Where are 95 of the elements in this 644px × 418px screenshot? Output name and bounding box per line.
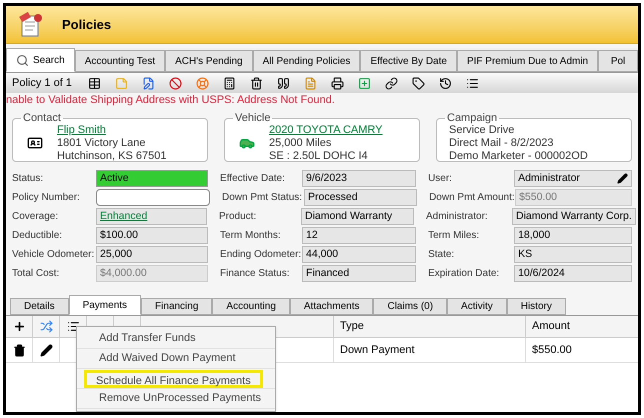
- record-counter: Policy 1 of 1: [12, 76, 73, 91]
- field-label: Term Months:: [220, 229, 282, 243]
- list-icon[interactable]: [466, 76, 479, 90]
- field-label: Down Pmt Status:: [222, 191, 304, 205]
- field-label: Effective Date:: [220, 172, 286, 186]
- readonly-field: 10/6/2024: [514, 265, 632, 282]
- tab[interactable]: History: [506, 298, 566, 315]
- group-line: SE : 2.50L DOHC I4: [269, 150, 369, 162]
- link[interactable]: Flip Smith: [57, 124, 166, 136]
- group-title: Campaign: [446, 111, 498, 125]
- edit-document-icon[interactable]: [142, 76, 155, 90]
- add-icon[interactable]: [12, 320, 26, 333]
- table-cell: Down Payment: [334, 338, 526, 362]
- menu-item[interactable]: Add Waived Down Payment: [93, 350, 242, 368]
- tab[interactable]: Financing: [141, 298, 212, 315]
- field-label: Ending Odometer:: [220, 248, 302, 262]
- pencil-icon[interactable]: [617, 173, 628, 184]
- error-message: nable to Validate Shipping Address with USPS: Address Not Found.: [6, 93, 336, 107]
- readonly-field: $100.00: [96, 227, 208, 244]
- field-label: Product:: [219, 210, 258, 224]
- link-icon[interactable]: [385, 76, 398, 90]
- tab[interactable]: Activity: [447, 298, 507, 315]
- readonly-field: 25,000: [96, 246, 208, 263]
- calculator-icon[interactable]: [223, 76, 236, 90]
- printer-icon[interactable]: [331, 76, 344, 90]
- list-icon[interactable]: [66, 320, 80, 333]
- tag-icon[interactable]: [412, 76, 425, 90]
- link-field[interactable]: Enhanced: [96, 208, 207, 225]
- readonly-field: 9/6/2023: [302, 170, 416, 187]
- field-label: Total Cost:: [12, 267, 60, 281]
- quote-icon[interactable]: [277, 76, 290, 90]
- document-icon[interactable]: [304, 76, 317, 90]
- trash-icon[interactable]: [250, 76, 263, 90]
- group-line: Hutchinson, KS 67501: [57, 150, 166, 162]
- menu-item[interactable]: Remove UnProcessed Payments: [93, 390, 268, 408]
- menu-item[interactable]: Schedule All Finance Payments: [84, 370, 263, 388]
- menu-item[interactable]: Add Transfer Funds: [93, 330, 202, 348]
- group-line: Direct Mail - 8/2/2023: [449, 136, 555, 150]
- disabled-field: $550.00: [515, 189, 632, 206]
- link[interactable]: 2020 TOYOTA CAMRY: [269, 124, 383, 136]
- field-label: Down Pmt Amount:: [429, 191, 516, 205]
- table-icon[interactable]: [88, 76, 101, 90]
- status-field: Active: [96, 170, 208, 187]
- transfer-icon[interactable]: [40, 320, 52, 333]
- field-label: Vehicle Odometer:: [12, 248, 96, 262]
- group-line: 25,000 Miles: [269, 136, 332, 150]
- contact-card-icon: [27, 135, 43, 151]
- search-icon: [16, 54, 29, 66]
- input-field[interactable]: [96, 189, 210, 206]
- tab[interactable]: All Pending Policies: [252, 50, 360, 72]
- disabled-field: $4,000.00: [96, 265, 208, 282]
- group-line: Service Drive: [449, 124, 516, 136]
- readonly-field: Diamond Warranty Corp.: [512, 208, 636, 225]
- field-label: Status:: [12, 172, 44, 186]
- column-header: Type: [334, 316, 526, 337]
- tab[interactable]: Effective By Date: [360, 50, 457, 72]
- tab[interactable]: Pol: [598, 50, 638, 72]
- trash-icon[interactable]: [12, 344, 26, 356]
- group-title: Vehicle: [234, 111, 272, 125]
- pencil-icon[interactable]: [40, 344, 52, 356]
- readonly-field: 12: [302, 227, 416, 244]
- tab[interactable]: Details: [10, 298, 69, 315]
- field-label: Coverage:: [12, 210, 60, 224]
- user-field[interactable]: Administrator: [514, 170, 632, 187]
- tab[interactable]: PIF Premium Due to Admin: [456, 50, 598, 72]
- group-line: Demo Marketer - 000002OD: [449, 150, 588, 162]
- field-label: Administrator:: [426, 210, 489, 224]
- lifebuoy-icon[interactable]: [196, 76, 209, 90]
- field-label: Finance Status:: [220, 267, 291, 281]
- tab[interactable]: Accounting: [212, 298, 290, 315]
- tab[interactable]: Search: [6, 48, 75, 72]
- tab[interactable]: Payments: [68, 295, 142, 315]
- field-label: Policy Number:: [12, 191, 81, 205]
- tab[interactable]: Accounting Test: [74, 50, 166, 72]
- tab[interactable]: Attachments: [290, 298, 374, 315]
- field-label: Expiration Date:: [428, 267, 500, 281]
- table-cell-text: $550.00: [531, 342, 573, 358]
- readonly-field: Processed: [304, 189, 418, 206]
- tab[interactable]: ACH's Pending: [165, 50, 253, 72]
- field-label: Deductible:: [12, 229, 64, 243]
- group-line: 1801 Victory Lane: [57, 136, 146, 150]
- no-entry-icon[interactable]: [169, 76, 182, 90]
- history-icon[interactable]: [439, 76, 452, 90]
- readonly-field: Financed: [302, 265, 416, 282]
- field-label: User:: [428, 172, 453, 186]
- field-label: Term Miles:: [428, 229, 480, 243]
- readonly-field: 44,000: [302, 246, 416, 263]
- readonly-field: 18,000: [514, 227, 632, 244]
- group-title: Contact: [22, 111, 62, 125]
- tab[interactable]: Claims (0): [373, 298, 448, 315]
- column-header: Amount: [531, 319, 571, 334]
- readonly-field: KS: [514, 246, 632, 263]
- readonly-field: Diamond Warranty: [301, 208, 414, 225]
- field-label: State:: [428, 248, 456, 262]
- window-title: Policies: [62, 16, 112, 34]
